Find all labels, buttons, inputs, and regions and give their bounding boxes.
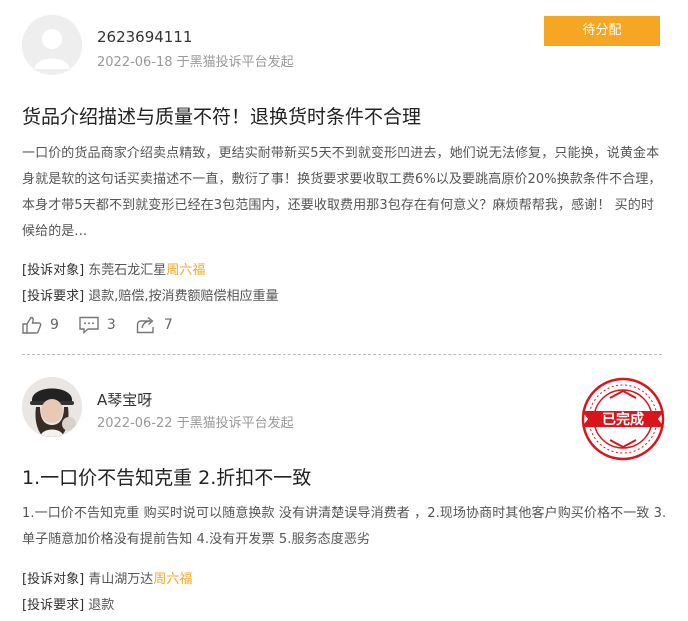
like-count: 9	[50, 317, 59, 333]
target-label: [投诉对象]	[22, 263, 85, 278]
complaint-title[interactable]: 1.一口价不告知克重 2.折扣不一致	[22, 463, 311, 490]
post-meta: 2022-06-22 于黑猫投诉平台发起	[97, 416, 294, 431]
target-label: [投诉对象]	[22, 572, 85, 587]
complaint-card-1[interactable]: 2623694111 2022-06-18 于黑猫投诉平台发起 待分配 货品介绍…	[0, 0, 688, 355]
default-avatar[interactable]	[22, 15, 82, 75]
share-button[interactable]: 7	[136, 316, 173, 334]
comment-count: 3	[106, 317, 116, 333]
comment-icon	[79, 316, 99, 334]
status-badge: 待分配	[544, 16, 660, 46]
complaint-title[interactable]: 货品介绍描述与质量不符！退换货时条件不合理	[22, 102, 421, 129]
demand-label: [投诉要求]	[22, 289, 85, 304]
target-brand[interactable]: 周六福	[153, 572, 192, 587]
complaint-demand: [投诉要求] 退款,赔偿,按消费额赔偿相应重量	[22, 285, 279, 304]
stamp-label: 已完成	[602, 411, 644, 428]
target-name[interactable]: 青山湖万达	[88, 572, 153, 587]
post-meta: 2022-06-18 于黑猫投诉平台发起	[97, 55, 294, 70]
complaint-summary[interactable]: 一口价的货品商家介绍卖点精致，更结实耐带新买5天不到就变形凹进去，她们说无法修复…	[22, 141, 667, 245]
complaint-target: [投诉对象] 东莞石龙汇星周六福	[22, 259, 205, 278]
comment-button[interactable]: 3	[79, 316, 116, 334]
complaint-demand: [投诉要求] 退款	[22, 594, 114, 613]
thumbs-up-icon	[22, 316, 42, 334]
user-photo	[22, 377, 82, 437]
username[interactable]: A琴宝呀	[97, 389, 152, 410]
demand-text: 退款	[88, 598, 115, 613]
user-avatar-icon	[22, 15, 82, 75]
complaint-card-2[interactable]: A琴宝呀 2022-06-22 于黑猫投诉平台发起 已完成 1.一口价不告知克重…	[0, 355, 688, 621]
target-brand[interactable]: 周六福	[166, 263, 205, 278]
action-bar: 9 3 7	[22, 316, 173, 334]
demand-label: [投诉要求]	[22, 598, 85, 613]
demand-text: 退款,赔偿,按消费额赔偿相应重量	[88, 289, 279, 304]
completed-stamp-icon: 已完成	[581, 377, 665, 461]
target-name[interactable]: 东莞石龙汇星	[88, 263, 166, 278]
user-avatar[interactable]	[22, 377, 82, 437]
share-icon	[136, 316, 154, 334]
complaint-target: [投诉对象] 青山湖万达周六福	[22, 568, 192, 587]
complaint-summary[interactable]: 1.一口价不告知克重 购买时说可以随意换款 没有讲清楚误导消费者 ，2.现场协商…	[22, 501, 667, 553]
share-count: 7	[163, 317, 173, 333]
like-button[interactable]: 9	[22, 316, 59, 334]
username[interactable]: 2623694111	[97, 28, 192, 46]
